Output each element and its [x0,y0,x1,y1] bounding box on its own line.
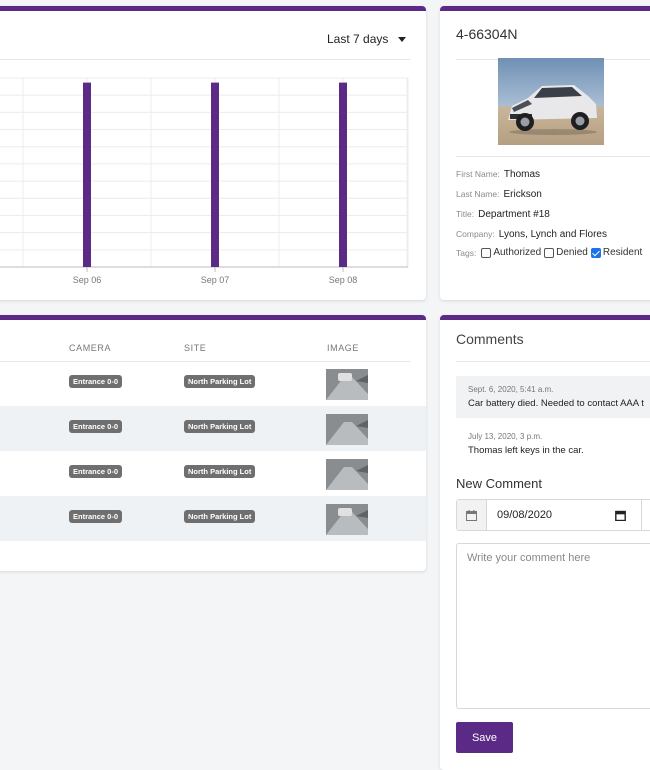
comments-card: Comments Sept. 6, 2020, 5:41 a.m. Car ba… [440,315,650,770]
site-badge: North Parking Lot [184,510,256,523]
car-photo[interactable] [498,58,604,145]
camera-badge: Entrance 0-0 [69,375,123,388]
chart-x-tick-label: Sep 08 [329,275,358,285]
event-thumbnail[interactable] [326,369,368,400]
chart-bar [211,82,219,267]
tags-label: Tags: [456,247,477,258]
event-thumbnail[interactable] [326,414,368,445]
table-row[interactable]: Entrance 0-0 North Parking Lot [0,361,426,406]
event-thumbnail[interactable] [326,459,368,490]
last-name-label: Last Name: [456,189,500,199]
camera-badge: Entrance 0-0 [69,420,123,433]
chart-bar [339,82,347,267]
comment-time-input[interactable]: 1 [641,500,650,530]
camera-badge: Entrance 0-0 [69,465,123,478]
site-badge: North Parking Lot [184,420,256,433]
company-label: Company: [456,229,495,239]
comment-date-input[interactable]: 09/08/2020 1 [456,499,650,531]
last-name-field: Last Name: Erickson [456,189,542,200]
first-name-label: First Name: [456,169,500,179]
company-field: Company: Lyons, Lynch and Flores [456,229,607,240]
site-badge: North Parking Lot [184,375,256,388]
table-row[interactable]: Entrance 0-0 North Parking Lot [0,451,426,496]
tag-authorized-checkbox[interactable] [481,247,492,258]
tag-denied[interactable]: Denied [544,247,588,258]
column-header-site: SITE [184,343,207,353]
title-value: Department #18 [478,209,550,220]
calendar-picker-icon[interactable] [615,510,629,521]
comment-item: July 13, 2020, 3 p.m. Thomas left keys i… [456,423,650,465]
title-field: Title: Department #18 [456,209,550,220]
title-label: Title: [456,209,475,219]
comment-text: Car battery died. Needed to contact AAA … [468,398,644,409]
save-button[interactable]: Save [456,722,513,753]
table-row[interactable]: Entrance 0-0 North Parking Lot [0,496,426,541]
last-name-value: Erickson [503,189,542,200]
comment-date-value: 09/08/2020 [497,509,553,521]
site-badge: North Parking Lot [184,465,256,478]
date-range-dropdown[interactable]: Last 7 days [327,32,407,46]
chart-x-tick-label: Sep 07 [201,275,230,285]
tag-authorized[interactable]: Authorized [481,247,541,258]
comment-date: Sept. 6, 2020, 5:41 a.m. [468,385,554,394]
date-range-label: Last 7 days [327,32,389,46]
tag-resident-checkbox[interactable] [590,247,601,258]
table-row[interactable]: Entrance 0-0 North Parking Lot [0,406,426,451]
tag-denied-checkbox[interactable] [544,247,555,258]
tag-denied-label: Denied [556,247,588,258]
events-table-card: CAMERA SITE IMAGE Entrance 0-0 North Par… [0,315,426,571]
vehicle-info-card: 4-66304N First Name: Thomas Last Name: Eri… [440,6,650,300]
comment-date: July 13, 2020, 3 p.m. [468,432,543,441]
company-value: Lyons, Lynch and Flores [498,229,607,240]
comment-item: Sept. 6, 2020, 5:41 a.m. Car battery die… [456,376,650,418]
activity-bar-chart: Sep 06 Sep 07 Sep 08 [0,77,409,285]
photo-divider [456,156,650,157]
chart-header-divider [0,59,410,60]
caret-down-icon [398,36,407,42]
tag-resident[interactable]: Resident [590,247,643,258]
first-name-value: Thomas [503,169,541,180]
comment-text: Thomas left keys in the car. [468,445,584,456]
tag-authorized-label: Authorized [493,247,542,258]
comment-textarea[interactable] [456,543,650,709]
chart-bar [83,82,91,267]
camera-badge: Entrance 0-0 [69,510,123,523]
calendar-icon [457,500,487,530]
column-header-image: IMAGE [327,343,360,353]
license-plate: 4-66304N [456,26,518,42]
activity-chart-card: Last 7 days Sep 06 Sep 07 Sep 08 [0,6,426,300]
first-name-field: First Name: Thomas [456,169,540,180]
column-header-camera: CAMERA [69,343,112,353]
tags-field: Tags: Authorized Denied Resident [456,247,645,258]
tag-resident-label: Resident [602,247,643,258]
chart-x-tick-label: Sep 06 [73,275,102,285]
event-thumbnail[interactable] [326,504,368,535]
comments-title: Comments [456,331,524,347]
comments-divider [456,361,650,362]
new-comment-title: New Comment [456,476,542,491]
